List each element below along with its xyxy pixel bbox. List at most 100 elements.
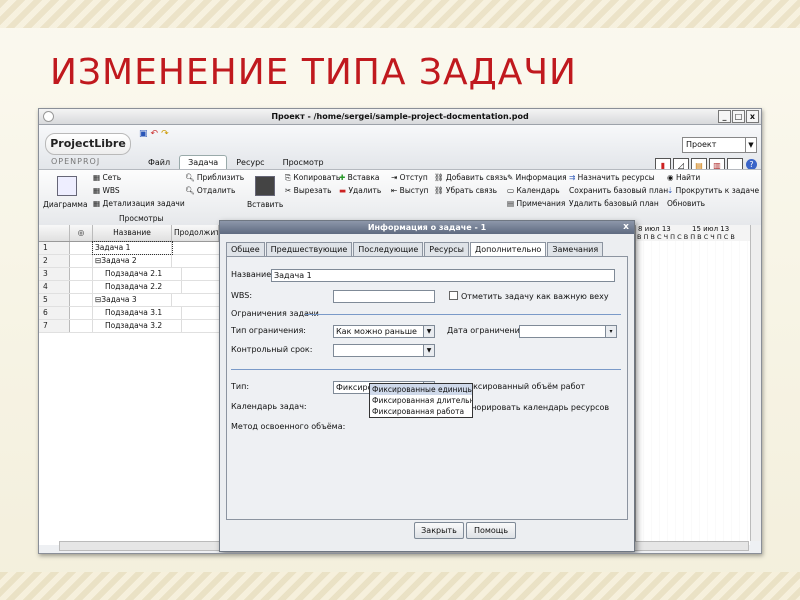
- copy-button[interactable]: ⎘ Копировать: [285, 173, 340, 183]
- tab-file[interactable]: Файл: [139, 155, 179, 169]
- maximize-button[interactable]: □: [732, 110, 745, 123]
- paste-icon[interactable]: [255, 176, 275, 196]
- column-duration[interactable]: Продолжите: [172, 225, 219, 241]
- info-icon: ✎: [507, 173, 516, 182]
- zoom-in-icon: 🔍︎: [185, 173, 197, 182]
- gantt-chart: 8 июл 13 15 июл 13 В П В С Ч П С В П В С…: [635, 225, 750, 545]
- constraint-type-label: Тип ограничения:: [231, 326, 306, 335]
- tab-general[interactable]: Общее: [226, 242, 265, 257]
- wbs-button[interactable]: ▦ WBS: [93, 186, 120, 195]
- decorative-stripe-top: [0, 0, 800, 28]
- table-row[interactable]: 2 ⊟Задача 2: [39, 255, 219, 268]
- project-select[interactable]: Проект ▼: [682, 137, 757, 153]
- task-type-dropdown: Фиксированные единицы Фиксированная длит…: [369, 383, 473, 418]
- find-button[interactable]: ◉ Найти: [667, 173, 700, 182]
- minimize-button[interactable]: _: [718, 110, 731, 123]
- task-name-cell[interactable]: Задача 1: [92, 241, 173, 255]
- section-divider: [231, 369, 621, 370]
- diagram-button[interactable]: Диаграмма: [43, 200, 88, 209]
- type-label: Тип:: [231, 382, 250, 391]
- ribbon-header: ProjectLibre OPENPROJ ▣ ↶ ↷ Файл Задача …: [39, 125, 761, 173]
- table-row[interactable]: 1 Задача 1: [39, 241, 219, 255]
- constraint-type-select[interactable]: Как можно раньше ▼: [333, 325, 435, 338]
- save-baseline-button[interactable]: Сохранить базовый план: [569, 186, 668, 195]
- dropdown-option[interactable]: Фиксированная длительнос: [370, 395, 472, 406]
- task-name-cell[interactable]: Подзадача 3.2: [93, 320, 182, 332]
- ignore-calendar-checkbox[interactable]: Игнорировать календарь ресурсов: [449, 402, 609, 412]
- deadline-field[interactable]: ▼: [333, 344, 435, 357]
- dialog-close-icon[interactable]: x: [621, 222, 631, 232]
- indicator-icon: ◎: [70, 225, 93, 241]
- tab-view[interactable]: Просмотр: [274, 155, 333, 169]
- tab-successors[interactable]: Последующие: [353, 242, 424, 257]
- outdent-button[interactable]: ⇤ Выступ: [391, 186, 429, 195]
- refresh-button[interactable]: Обновить: [667, 199, 705, 208]
- dialog-titlebar: Информация о задаче - 1 x: [220, 221, 634, 234]
- tab-advanced[interactable]: Дополнительно: [469, 242, 547, 257]
- redo-icon[interactable]: ↷: [161, 129, 169, 139]
- gantt-grid[interactable]: [636, 241, 750, 545]
- net-button[interactable]: ▦ Сеть: [93, 173, 121, 182]
- name-label: Название:: [231, 270, 274, 279]
- constraint-date-label: Дата ограничения:: [447, 326, 528, 335]
- zoom-in-button[interactable]: 🔍︎ Приблизить: [185, 173, 244, 182]
- wbs-field[interactable]: [333, 290, 435, 303]
- column-name[interactable]: Название: [93, 225, 172, 241]
- dialog-tabs: Общее Предшествующие Последующие Ресурсы…: [226, 242, 604, 257]
- unlink-icon: ⛓: [434, 186, 446, 195]
- assign-resources-button[interactable]: ⇉ Назначить ресурсы: [569, 173, 655, 182]
- vertical-scrollbar[interactable]: [750, 225, 761, 541]
- constraint-date-field[interactable]: ▾: [519, 325, 617, 338]
- info-button[interactable]: ✎ Информация: [507, 173, 567, 182]
- tab-predecessors[interactable]: Предшествующие: [265, 242, 353, 257]
- notes-button[interactable]: ▤ Примечания: [507, 199, 565, 208]
- cut-button[interactable]: ✂ Вырезать: [285, 186, 332, 195]
- dropdown-option[interactable]: Фиксированные единицы: [370, 384, 472, 395]
- tab-notes[interactable]: Замечания: [547, 242, 604, 257]
- save-icon[interactable]: ▣: [139, 129, 148, 139]
- row-number: 5: [39, 294, 70, 306]
- task-detail-button[interactable]: ▦ Детализация задачи: [93, 199, 185, 208]
- delete-baseline-button[interactable]: Удалить базовый план: [569, 199, 659, 208]
- insert-button[interactable]: ✚ Вставка: [339, 173, 379, 182]
- delete-button[interactable]: ▬ Удалить: [339, 186, 381, 195]
- zoom-out-icon: 🔍︎: [185, 186, 197, 195]
- task-name-cell[interactable]: ⊟Задача 3: [93, 294, 172, 306]
- row-number: 7: [39, 320, 70, 332]
- help-button[interactable]: Помощь: [466, 522, 516, 539]
- close-window-button[interactable]: x: [746, 110, 759, 123]
- window-titlebar: Проект - /home/sergei/sample-project-doc…: [39, 109, 761, 125]
- name-field[interactable]: Задача 1: [271, 269, 615, 282]
- task-name-cell[interactable]: ⊟Задача 2: [93, 255, 172, 267]
- undo-icon[interactable]: ↶: [151, 129, 159, 139]
- tab-resources[interactable]: Ресурсы: [424, 242, 469, 257]
- binoculars-icon: ◉: [667, 173, 676, 182]
- views-group-label: Просмотры: [119, 214, 164, 223]
- gantt-diagram-icon[interactable]: [57, 176, 77, 196]
- table-row[interactable]: 7 Подзадача 3.2: [39, 320, 219, 333]
- add-link-button[interactable]: ⛓ Добавить связь: [434, 173, 508, 182]
- table-row[interactable]: 6 Подзадача 3.1: [39, 307, 219, 320]
- task-ribbon: Диаграмма ▦ Сеть ▦ WBS ▦ Детализация зад…: [39, 169, 761, 226]
- tab-resource[interactable]: Ресурс: [227, 155, 273, 169]
- table-row[interactable]: 3 Подзадача 2.1: [39, 268, 219, 281]
- zoom-out-button[interactable]: 🔍︎ Отдалить: [185, 186, 235, 195]
- row-number: 3: [39, 268, 70, 280]
- week-label: 8 июл 13: [638, 225, 671, 233]
- table-row[interactable]: 5 ⊟Задача 3: [39, 294, 219, 307]
- window-menu-icon[interactable]: [43, 111, 54, 122]
- tab-task[interactable]: Задача: [179, 155, 228, 169]
- milestone-checkbox[interactable]: Отметить задачу как важную веху: [449, 291, 609, 301]
- close-button[interactable]: Закрыть: [414, 522, 464, 539]
- table-row[interactable]: 4 Подзадача 2.2: [39, 281, 219, 294]
- paste-button[interactable]: Вставить: [247, 200, 283, 209]
- calendar-button[interactable]: ▭ Календарь: [507, 186, 560, 195]
- task-name-cell[interactable]: Подзадача 2.1: [93, 268, 182, 280]
- dropdown-option[interactable]: Фиксированная работа: [370, 406, 472, 417]
- task-name-cell[interactable]: Подзадача 2.2: [93, 281, 182, 293]
- outdent-icon: ⇤: [391, 186, 400, 195]
- indent-button[interactable]: ⇥ Отступ: [391, 173, 428, 182]
- task-name-cell[interactable]: Подзадача 3.1: [93, 307, 182, 319]
- scroll-to-task-button[interactable]: ⇣ Прокрутить к задаче: [667, 186, 759, 195]
- remove-link-button[interactable]: ⛓ Убрать связь: [434, 186, 497, 195]
